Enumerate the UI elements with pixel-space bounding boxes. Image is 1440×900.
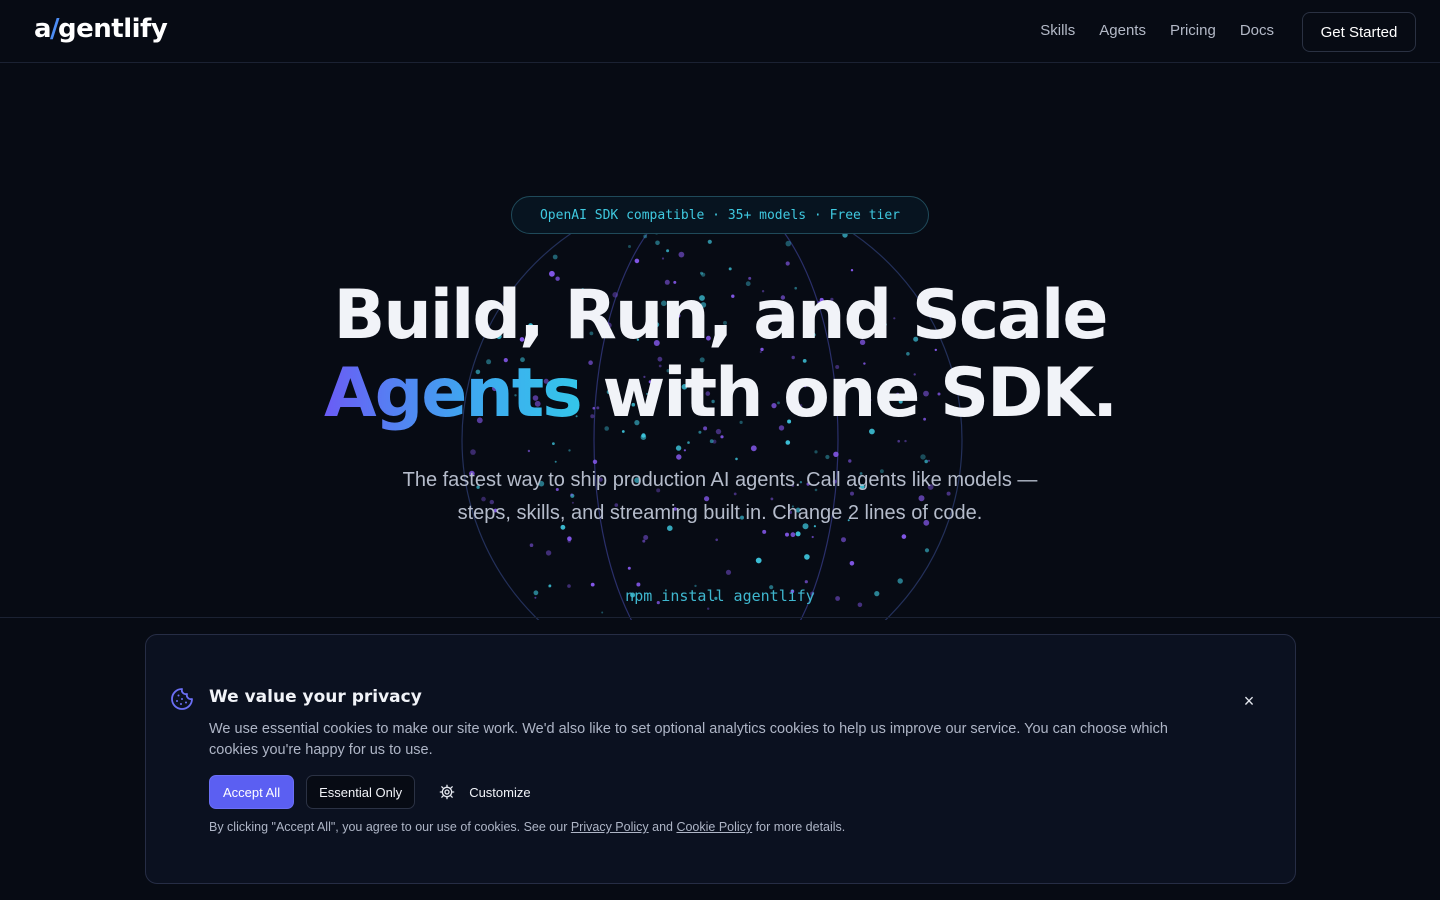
particle-dot: [642, 539, 646, 543]
logo-a: a: [34, 14, 52, 44]
cookie-body-text: We use essential cookies to make our sit…: [209, 721, 1168, 758]
particle-dot: [545, 550, 552, 556]
particle-dot: [676, 454, 682, 460]
particle-dot: [634, 258, 640, 264]
particle-dot: [709, 439, 714, 444]
nav-link-skills[interactable]: Skills: [1040, 22, 1075, 39]
hero-subtitle: The fastest way to ship production AI ag…: [402, 469, 1038, 524]
section-divider: [0, 617, 1440, 618]
cookie-footer-suffix: for more details.: [752, 820, 846, 834]
particle-dot: [552, 254, 558, 260]
particle-dot: [833, 451, 839, 457]
particle-dot: [848, 459, 852, 463]
particle-dot: [735, 457, 738, 461]
particle-dot: [643, 535, 649, 540]
cookie-footer-text: By clicking "Accept All", you agree to o…: [209, 820, 845, 834]
cookie-policy-link[interactable]: Cookie Policy: [676, 820, 752, 834]
cookie-footer-prefix: By clicking "Accept All", you agree to o…: [209, 820, 571, 834]
get-started-button[interactable]: Get Started: [1302, 12, 1416, 52]
particle-dot: [755, 557, 762, 564]
hero-badge: OpenAI SDK compatible · 35+ models · Fre…: [511, 196, 929, 234]
particle-dot: [825, 454, 830, 460]
particle-dot: [785, 261, 790, 266]
particle-dot: [897, 578, 903, 584]
particle-dot: [928, 459, 930, 462]
headline-gradient-word: Agents: [323, 354, 583, 433]
particle-dot: [568, 449, 571, 452]
particle-dot: [590, 582, 595, 587]
particle-dot: [924, 459, 928, 464]
particle-dot: [715, 538, 718, 542]
particle-dot: [627, 566, 631, 570]
cookie-footer-and: and: [648, 820, 677, 834]
gear-icon: [439, 784, 455, 800]
cookie-icon: [171, 688, 193, 710]
particle-dot: [814, 450, 818, 454]
headline-line-2-rest: with one SDK.: [580, 354, 1118, 433]
particle-dot: [636, 582, 641, 587]
customize-label: Customize: [469, 784, 531, 800]
particle-dot: [529, 543, 534, 547]
particle-dot: [841, 537, 846, 543]
particle-dot: [678, 251, 685, 258]
particle-dot: [720, 435, 724, 439]
privacy-policy-link[interactable]: Privacy Policy: [571, 820, 649, 834]
particle-dot: [790, 532, 796, 538]
particle-dot: [675, 445, 682, 451]
particle-dot: [785, 240, 792, 247]
particle-dot: [897, 439, 900, 443]
particle-dot: [750, 445, 757, 452]
nav-link-pricing[interactable]: Pricing: [1170, 22, 1216, 39]
particle-dot: [804, 554, 810, 560]
particle-dot: [728, 267, 732, 271]
headline-line-2: Agents with one SDK.: [0, 354, 1440, 434]
install-command[interactable]: npm install agentlify: [0, 587, 1440, 605]
particle-dot: [785, 440, 791, 445]
particle-dot: [628, 245, 631, 248]
brand-logo[interactable]: a/gentlify: [34, 14, 168, 44]
particle-dot: [804, 580, 808, 584]
close-icon[interactable]: ×: [1241, 692, 1257, 710]
particle-dot: [707, 239, 712, 244]
particle-dot: [901, 534, 907, 539]
particle-dot: [811, 535, 814, 539]
particle-dot: [601, 611, 604, 614]
particle-dot: [762, 529, 767, 534]
accept-all-button[interactable]: Accept All: [209, 775, 295, 809]
cookie-button-row: Accept All Essential Only Customize: [209, 775, 531, 809]
particle-dot: [687, 441, 690, 444]
particle-dot: [661, 257, 665, 260]
customize-button[interactable]: Customize: [427, 776, 531, 808]
particle-dot: [643, 234, 648, 239]
particle-dot: [470, 449, 476, 455]
particle-dot: [924, 548, 930, 553]
headline-line-1: Build, Run, and Scale: [333, 276, 1109, 355]
particle-dot: [700, 271, 703, 275]
particle-dot: [707, 607, 710, 610]
particle-dot: [850, 269, 854, 272]
nav-links: Skills Agents Pricing Docs: [1040, 22, 1274, 39]
particle-dot: [683, 449, 686, 452]
essential-only-button[interactable]: Essential Only: [306, 775, 416, 809]
particle-dot: [795, 531, 801, 537]
nav-link-docs[interactable]: Docs: [1240, 22, 1274, 39]
nav-link-agents[interactable]: Agents: [1099, 22, 1146, 39]
particle-dot: [725, 569, 732, 575]
particle-dot: [527, 449, 531, 453]
logo-rest: gentlify: [58, 14, 168, 44]
particle-dot: [904, 439, 907, 443]
particle-dot: [849, 561, 855, 566]
particle-dot: [655, 240, 660, 246]
cookie-title: We value your privacy: [209, 687, 422, 707]
cookie-consent-banner: We value your privacy × We use essential…: [145, 634, 1296, 884]
particle-dot: [785, 532, 789, 537]
top-navbar: a/gentlify Skills Agents Pricing Docs Ge…: [0, 0, 1440, 63]
particle-dot: [666, 249, 670, 253]
particle-dot: [554, 460, 557, 463]
particle-dot: [552, 442, 555, 445]
particle-dot: [920, 454, 926, 460]
particle-dot: [567, 536, 572, 541]
